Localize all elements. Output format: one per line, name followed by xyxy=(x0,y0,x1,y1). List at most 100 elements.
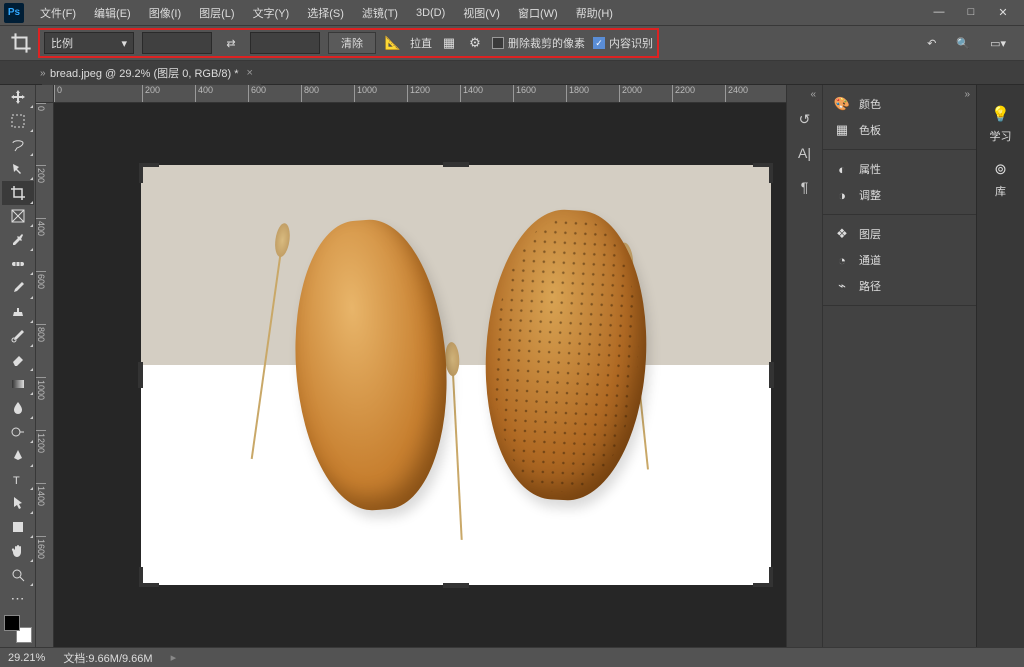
swatches-panel-icon: ▦ xyxy=(833,121,851,139)
character-panel-icon[interactable]: A| xyxy=(794,143,816,163)
workspace-switcher-icon[interactable]: ▭▾ xyxy=(990,37,1006,50)
menu-type[interactable]: 文字(Y) xyxy=(245,1,298,25)
chevron-down-icon: ▾ xyxy=(121,37,127,50)
collapse-toolbar-icon[interactable]: » xyxy=(40,68,46,79)
edit-toolbar[interactable]: ⋯ xyxy=(2,587,34,611)
swap-dimensions-icon[interactable]: ⇄ xyxy=(220,32,242,54)
libraries-icon: ⊚ xyxy=(990,158,1012,180)
document-tab[interactable]: bread.jpeg @ 29.2% (图层 0, RGB/8) *× xyxy=(42,61,261,85)
svg-text:T: T xyxy=(13,475,20,487)
close-tab-icon[interactable]: × xyxy=(246,67,252,79)
canvas-area[interactable]: 0200400600800100012001400160018002000220… xyxy=(36,85,786,647)
layers-panel-icon: ❖ xyxy=(833,225,851,243)
panel-layers[interactable]: ❖图层 xyxy=(823,221,976,247)
document-tab-bar: » bread.jpeg @ 29.2% (图层 0, RGB/8) *× xyxy=(0,61,1024,85)
crop-handle-top[interactable] xyxy=(443,162,469,167)
panels-column: 🎨颜色 ▦色板 ◐属性 ◑调整 ❖图层 ◔通道 ⌁路径 xyxy=(822,85,976,647)
move-tool[interactable] xyxy=(2,85,34,109)
zoom-tool[interactable] xyxy=(2,563,34,587)
quick-select-tool[interactable] xyxy=(2,157,34,181)
menu-file[interactable]: 文件(F) xyxy=(32,1,84,25)
menu-help[interactable]: 帮助(H) xyxy=(568,1,621,25)
shape-tool[interactable] xyxy=(2,515,34,539)
crop-tool-indicator-icon xyxy=(10,32,32,54)
panel-channels[interactable]: ◔通道 xyxy=(823,247,976,273)
menu-image[interactable]: 图像(I) xyxy=(141,1,189,25)
search-icon[interactable]: 🔍 xyxy=(956,37,970,50)
panel-adjustments[interactable]: ◑调整 xyxy=(823,182,976,208)
crop-handle-bottom[interactable] xyxy=(443,583,469,588)
pen-tool[interactable] xyxy=(2,444,34,468)
menu-3d[interactable]: 3D(D) xyxy=(408,3,453,23)
healing-brush-tool[interactable] xyxy=(2,252,34,276)
collapsed-dock-right: 💡学习 ⊚库 xyxy=(976,85,1024,647)
history-brush-tool[interactable] xyxy=(2,324,34,348)
options-bar: 比例▾ ⇄ 清除 📐 拉直 ▦ ⚙ 删除裁剪的像素 ✓内容识别 ↶ 🔍 ▭▾ xyxy=(0,25,1024,61)
foreground-background-colors[interactable] xyxy=(4,615,32,643)
frame-tool[interactable] xyxy=(2,205,34,229)
path-select-tool[interactable] xyxy=(2,491,34,515)
crop-handle-right[interactable] xyxy=(769,362,774,388)
window-maximize-icon[interactable]: □ xyxy=(964,6,978,19)
libraries-panel[interactable]: ⊚库 xyxy=(990,158,1012,199)
crop-handle-tr[interactable] xyxy=(753,163,773,183)
crop-handle-br[interactable] xyxy=(753,567,773,587)
undo-icon[interactable]: ↶ xyxy=(927,37,936,50)
ps-logo: Ps xyxy=(4,3,24,23)
status-menu-icon[interactable]: ▸ xyxy=(171,651,177,664)
lasso-tool[interactable] xyxy=(2,133,34,157)
crop-handle-left[interactable] xyxy=(138,362,143,388)
crop-width-input[interactable] xyxy=(142,32,212,54)
panel-color[interactable]: 🎨颜色 xyxy=(823,91,976,117)
eyedropper-tool[interactable] xyxy=(2,228,34,252)
tools-panel: T ⋯ xyxy=(0,85,36,647)
menu-edit[interactable]: 编辑(E) xyxy=(86,1,139,25)
delete-cropped-checkbox[interactable]: 删除裁剪的像素 xyxy=(492,35,585,51)
overlay-grid-icon[interactable]: ▦ xyxy=(440,34,458,52)
properties-panel-icon: ◐ xyxy=(833,160,851,178)
paragraph-panel-icon[interactable]: ¶ xyxy=(794,177,816,197)
panel-paths[interactable]: ⌁路径 xyxy=(823,273,976,299)
ratio-preset-dropdown[interactable]: 比例▾ xyxy=(44,32,134,54)
crop-handle-tl[interactable] xyxy=(139,163,159,183)
collapsed-dock-left: ↺ A| ¶ xyxy=(786,85,822,647)
learn-panel[interactable]: 💡学习 xyxy=(990,103,1012,144)
learn-icon: 💡 xyxy=(990,103,1012,125)
hand-tool[interactable] xyxy=(2,539,34,563)
history-panel-icon[interactable]: ↺ xyxy=(794,109,816,129)
gradient-tool[interactable] xyxy=(2,372,34,396)
straighten-icon[interactable]: 📐 xyxy=(384,34,402,52)
paths-panel-icon: ⌁ xyxy=(833,277,851,295)
document-canvas[interactable] xyxy=(141,165,771,585)
ruler-vertical[interactable]: 02004006008001000120014001600 xyxy=(36,103,54,647)
menu-window[interactable]: 窗口(W) xyxy=(510,1,566,25)
color-panel-icon: 🎨 xyxy=(833,95,851,113)
straighten-label: 拉直 xyxy=(410,35,432,51)
menu-view[interactable]: 视图(V) xyxy=(455,1,508,25)
window-close-icon[interactable]: ✕ xyxy=(996,6,1010,19)
clear-button[interactable]: 清除 xyxy=(328,32,376,54)
clone-stamp-tool[interactable] xyxy=(2,300,34,324)
crop-settings-icon[interactable]: ⚙ xyxy=(466,34,484,52)
crop-handle-bl[interactable] xyxy=(139,567,159,587)
panel-swatches[interactable]: ▦色板 xyxy=(823,117,976,143)
dodge-tool[interactable] xyxy=(2,420,34,444)
content-aware-checkbox[interactable]: ✓内容识别 xyxy=(593,35,653,51)
zoom-level[interactable]: 29.21% xyxy=(8,652,45,664)
panel-properties[interactable]: ◐属性 xyxy=(823,156,976,182)
crop-height-input[interactable] xyxy=(250,32,320,54)
menu-filter[interactable]: 滤镜(T) xyxy=(354,1,406,25)
crop-tool[interactable] xyxy=(2,181,34,205)
eraser-tool[interactable] xyxy=(2,348,34,372)
ruler-horizontal[interactable]: 0200400600800100012001400160018002000220… xyxy=(54,85,786,103)
blur-tool[interactable] xyxy=(2,396,34,420)
marquee-tool[interactable] xyxy=(2,109,34,133)
menu-select[interactable]: 选择(S) xyxy=(299,1,352,25)
window-minimize-icon[interactable]: — xyxy=(932,6,946,19)
menu-bar: Ps 文件(F) 编辑(E) 图像(I) 图层(L) 文字(Y) 选择(S) 滤… xyxy=(0,0,1024,25)
type-tool[interactable]: T xyxy=(2,468,34,492)
channels-panel-icon: ◔ xyxy=(833,251,851,269)
ruler-origin[interactable] xyxy=(36,85,54,103)
brush-tool[interactable] xyxy=(2,276,34,300)
menu-layer[interactable]: 图层(L) xyxy=(191,1,242,25)
